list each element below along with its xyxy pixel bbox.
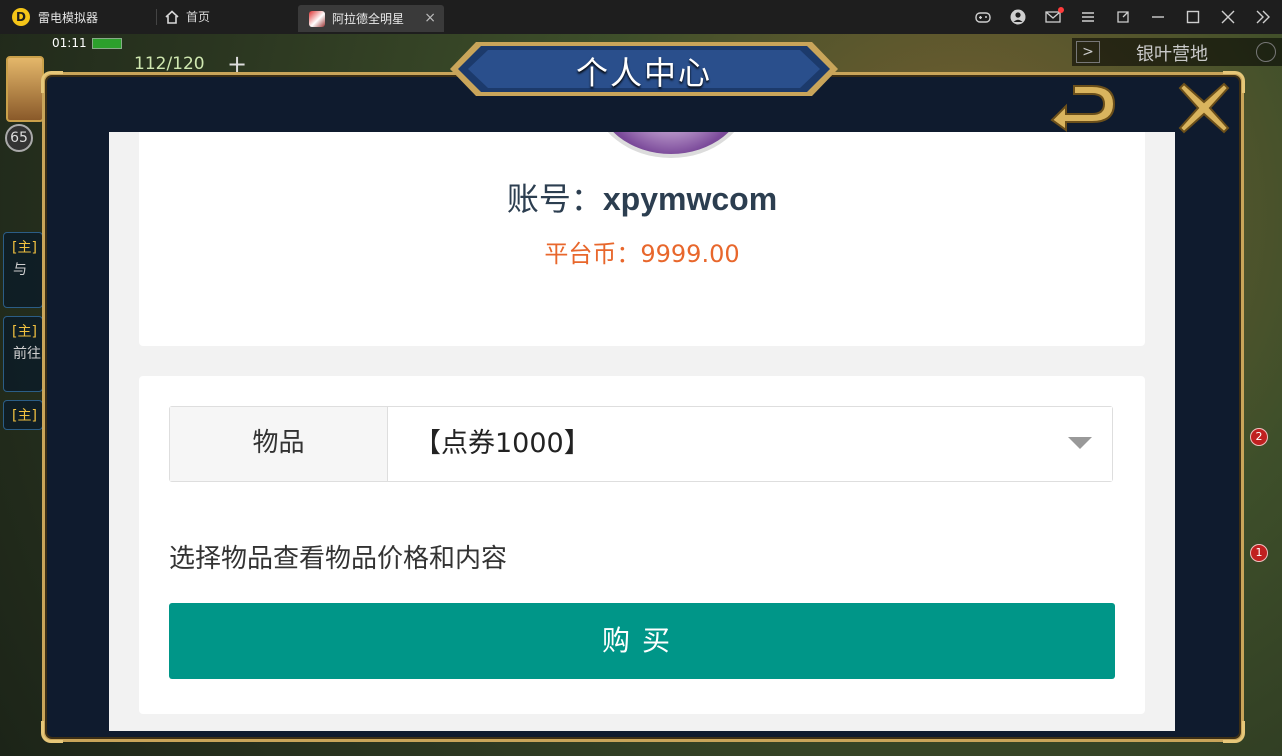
- location-bar: > 银叶营地: [1072, 38, 1282, 66]
- frame-corner: [1223, 721, 1245, 743]
- gamepad-icon[interactable]: [974, 8, 992, 26]
- close-icon[interactable]: [1219, 8, 1237, 26]
- item-select[interactable]: 【点券1000】: [388, 407, 1112, 481]
- minimize-icon[interactable]: [1149, 8, 1167, 26]
- mail-icon[interactable]: [1044, 7, 1064, 26]
- quest-tag: [主]: [12, 240, 37, 256]
- account-icon[interactable]: [1009, 8, 1027, 26]
- frame-corner: [41, 71, 63, 93]
- modal-title: 个人中心: [575, 54, 712, 92]
- emulator-logo-icon: D: [12, 8, 30, 26]
- tab-home-label: 首页: [186, 10, 211, 24]
- quest-text: 与: [13, 262, 27, 278]
- user-avatar: [593, 132, 749, 158]
- quest-tag: [主]: [12, 408, 37, 424]
- emulator-app-name: 雷电模拟器: [38, 11, 99, 25]
- tab-home[interactable]: 首页: [164, 8, 210, 25]
- location-name: 银叶营地: [1136, 44, 1208, 65]
- web-content: 账号：xpymwcom 平台币：9999.00 物品 【点券1000】 选择物品…: [109, 132, 1175, 731]
- hud-stamina: 112/120: [134, 54, 205, 74]
- tab-game-label: 阿拉德全明星: [332, 12, 405, 26]
- quest-item[interactable]: [主] 与: [3, 232, 43, 308]
- mail-notification-dot: [1058, 7, 1064, 13]
- map-search-icon[interactable]: [1256, 42, 1276, 62]
- close-x-icon[interactable]: [1176, 80, 1232, 136]
- titlebar-divider: [156, 9, 157, 25]
- close-tab-icon[interactable]: ×: [424, 10, 436, 26]
- item-select-row: 物品 【点券1000】: [169, 406, 1113, 482]
- emulator-titlebar: D 雷电模拟器 首页 阿拉德全明星 ×: [0, 0, 1282, 34]
- hud-time: 01:11: [52, 36, 87, 50]
- platform-coin-row: 平台币：9999.00: [139, 234, 1145, 269]
- home-icon: [165, 9, 179, 24]
- item-hint: 选择物品查看物品价格和内容: [169, 544, 508, 574]
- player-avatar[interactable]: [6, 56, 44, 122]
- battery-icon: [92, 38, 122, 49]
- profile-card: 账号：xpymwcom 平台币：9999.00: [139, 132, 1145, 346]
- expand-arrow-icon[interactable]: >: [1076, 41, 1100, 63]
- chevron-down-icon: [1068, 437, 1092, 449]
- purchase-card: 物品 【点券1000】 选择物品查看物品价格和内容 购买: [139, 376, 1145, 714]
- account-row: 账号：xpymwcom: [139, 174, 1145, 220]
- window-controls: [974, 7, 1272, 26]
- account-label: 账号：: [506, 180, 603, 218]
- quest-tag: [主]: [12, 324, 37, 340]
- coin-label: 平台币：: [544, 240, 641, 268]
- popout-icon[interactable]: [1114, 8, 1132, 26]
- game-icon: [309, 10, 325, 27]
- buy-button[interactable]: 购买: [169, 603, 1115, 679]
- item-label: 物品: [170, 407, 388, 481]
- collapse-icon[interactable]: [1254, 8, 1272, 26]
- frame-corner: [41, 721, 63, 743]
- player-level: 65: [5, 124, 33, 152]
- back-arrow-icon[interactable]: [1044, 82, 1120, 134]
- notification-badge: 2: [1250, 428, 1268, 446]
- modal-title-plate: 个人中心: [448, 40, 840, 98]
- quest-text: 前往: [13, 346, 41, 362]
- notification-badge: 1: [1250, 544, 1268, 562]
- tab-game[interactable]: 阿拉德全明星 ×: [298, 5, 444, 32]
- menu-icon[interactable]: [1079, 8, 1097, 26]
- account-value: xpymwcom: [602, 181, 778, 217]
- quest-item[interactable]: [主] 前往: [3, 316, 43, 392]
- coin-value: 9999.00: [640, 240, 740, 268]
- maximize-icon[interactable]: [1184, 8, 1202, 26]
- item-select-value: 【点券1000】: [414, 428, 591, 459]
- quest-item[interactable]: [主]: [3, 400, 43, 430]
